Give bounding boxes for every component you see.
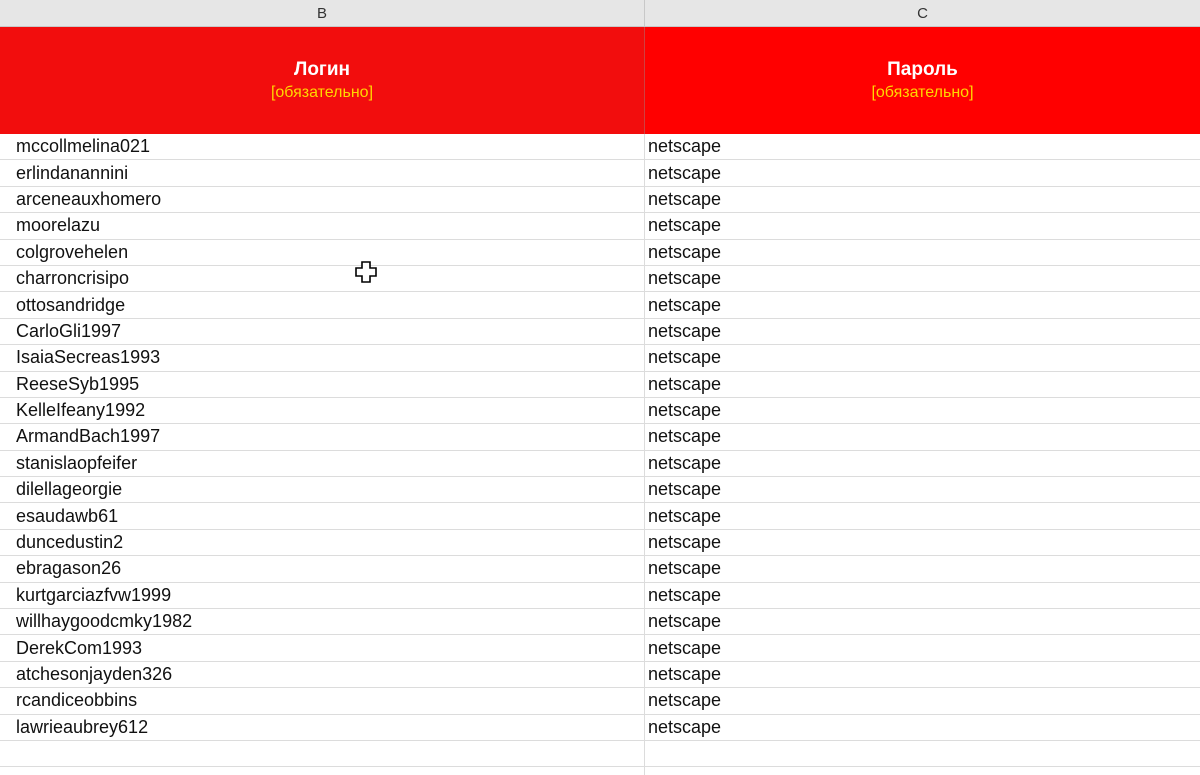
table-row: ebragason26 netscape: [0, 556, 1200, 583]
login-cell[interactable]: [0, 740, 645, 767]
login-cell[interactable]: rcandiceobbins: [0, 688, 645, 714]
password-cell[interactable]: netscape: [645, 688, 1200, 713]
login-cell[interactable]: DerekCom1993: [0, 635, 645, 661]
table-row: ottosandridge netscape: [0, 292, 1200, 319]
table-row: arceneauxhomero netscape: [0, 186, 1200, 214]
table-row: rcandiceobbins netscape: [0, 688, 1200, 715]
table-row: DerekCom1993 netscape: [0, 635, 1200, 662]
table-row: mccollmelina021 netscape: [0, 134, 1200, 161]
login-cell[interactable]: ArmandBach1997: [0, 424, 645, 450]
password-cell[interactable]: netscape: [645, 345, 1200, 370]
table-row: duncedustin2 netscape: [0, 529, 1200, 557]
password-cell[interactable]: netscape: [645, 160, 1200, 185]
password-cell[interactable]: netscape: [645, 319, 1200, 344]
table-row: ReeseSyb1995 netscape: [0, 371, 1200, 398]
login-cell[interactable]: mccollmelina021: [0, 134, 645, 160]
table-row: willhaygoodcmky1982 netscape: [0, 609, 1200, 636]
login-cell[interactable]: moorelazu: [0, 213, 645, 239]
column-header-row: B C: [0, 0, 1200, 27]
login-cell[interactable]: ottosandridge: [0, 292, 645, 318]
login-cell[interactable]: charroncrisipo: [0, 265, 645, 292]
password-cell[interactable]: netscape: [645, 715, 1200, 740]
password-cell[interactable]: netscape: [645, 240, 1200, 265]
password-cell[interactable]: netscape: [645, 503, 1200, 528]
password-cell[interactable]: netscape: [645, 635, 1200, 660]
column-header-c[interactable]: C: [645, 0, 1200, 26]
password-cell[interactable]: netscape: [645, 292, 1200, 317]
password-cell[interactable]: netscape: [645, 609, 1200, 634]
login-required-note: [обязательно]: [270, 83, 374, 101]
password-cell[interactable]: netscape: [645, 372, 1200, 397]
password-cell[interactable]: netscape: [645, 424, 1200, 449]
login-cell[interactable]: KelleIfeany1992: [0, 397, 645, 424]
password-cell[interactable]: netscape: [645, 583, 1200, 608]
password-cell[interactable]: netscape: [645, 556, 1200, 581]
login-cell[interactable]: colgrovehelen: [0, 239, 645, 265]
password-header-title: Пароль: [887, 58, 958, 80]
table-body: mccollmelina021 netscape erlindanannini net…: [0, 134, 1200, 775]
login-header-title: Логин: [293, 58, 350, 80]
login-cell[interactable]: ebragason26: [0, 556, 645, 582]
table-row: charroncrisipo netscape: [0, 265, 1200, 293]
login-cell[interactable]: IsaiaSecreas1993: [0, 345, 645, 371]
table-row: erlindanannini netscape: [0, 160, 1200, 187]
column-header-b[interactable]: B: [0, 0, 645, 26]
login-cell[interactable]: [0, 767, 645, 775]
table-row: colgrovehelen netscape: [0, 239, 1200, 266]
password-cell[interactable]: netscape: [645, 266, 1200, 291]
password-required-note: [обязательно]: [871, 83, 974, 101]
table-row: esaudawb61 netscape: [0, 503, 1200, 530]
login-cell[interactable]: arceneauxhomero: [0, 186, 645, 213]
login-cell[interactable]: stanislaopfeifer: [0, 450, 645, 477]
table-row: dilellageorgie netscape: [0, 477, 1200, 504]
login-header-cell[interactable]: Логин [обязательно]: [0, 27, 645, 134]
table-row: ArmandBach1997 netscape: [0, 424, 1200, 451]
spreadsheet: B C Логин [обязательно] Пароль [обязател…: [0, 0, 1200, 775]
cell-select-cross-icon: [355, 261, 377, 283]
table-row: [0, 767, 1200, 775]
password-cell[interactable]: netscape: [645, 662, 1200, 687]
login-cell[interactable]: willhaygoodcmky1982: [0, 609, 645, 635]
table-row: atchesonjayden326 netscape: [0, 661, 1200, 689]
password-cell[interactable]: [645, 741, 1200, 766]
password-cell[interactable]: [645, 767, 1200, 775]
password-cell[interactable]: netscape: [645, 451, 1200, 476]
table-row: IsaiaSecreas1993 netscape: [0, 345, 1200, 372]
login-cell[interactable]: atchesonjayden326: [0, 661, 645, 688]
table-row: stanislaopfeifer netscape: [0, 450, 1200, 478]
password-cell[interactable]: netscape: [645, 187, 1200, 212]
table-row: KelleIfeany1992 netscape: [0, 397, 1200, 425]
login-cell[interactable]: duncedustin2: [0, 529, 645, 556]
table-row: kurtgarciazfvw1999 netscape: [0, 582, 1200, 610]
login-cell[interactable]: erlindanannini: [0, 160, 645, 186]
login-cell[interactable]: CarloGli1997: [0, 318, 645, 345]
login-cell[interactable]: dilellageorgie: [0, 477, 645, 503]
table-header-row: Логин [обязательно] Пароль [обязательно]: [0, 27, 1200, 134]
password-header-cell[interactable]: Пароль [обязательно]: [645, 27, 1200, 134]
password-cell[interactable]: netscape: [645, 134, 1200, 159]
login-cell[interactable]: kurtgarciazfvw1999: [0, 582, 645, 609]
table-row: [0, 740, 1200, 768]
table-row: lawrieaubrey612 netscape: [0, 714, 1200, 741]
password-cell[interactable]: netscape: [645, 398, 1200, 423]
password-cell[interactable]: netscape: [645, 530, 1200, 555]
table-row: CarloGli1997 netscape: [0, 318, 1200, 346]
login-cell[interactable]: esaudawb61: [0, 503, 645, 529]
login-cell[interactable]: ReeseSyb1995: [0, 371, 645, 397]
password-cell[interactable]: netscape: [645, 213, 1200, 238]
login-cell[interactable]: lawrieaubrey612: [0, 714, 645, 740]
password-cell[interactable]: netscape: [645, 477, 1200, 502]
table-row: moorelazu netscape: [0, 213, 1200, 240]
